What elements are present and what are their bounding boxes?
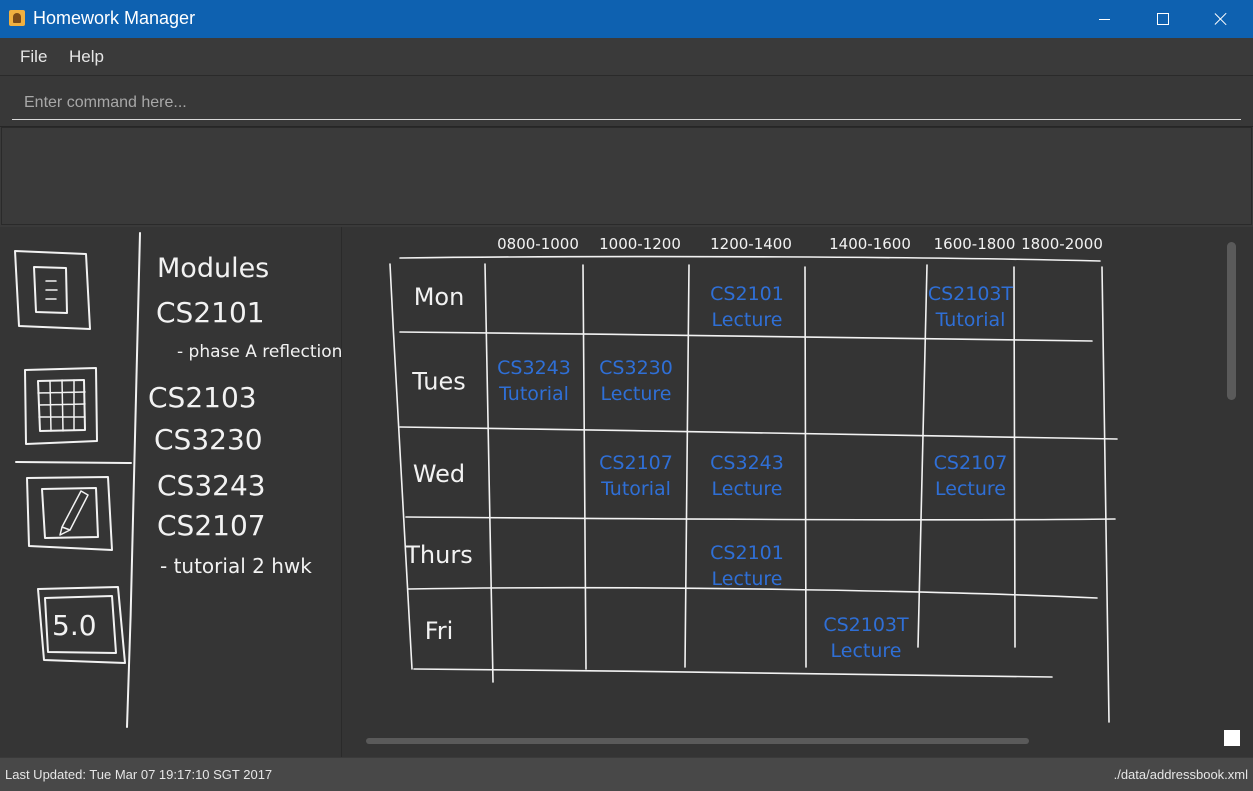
module-note: - tutorial 2 hwk (160, 554, 312, 578)
entry-type: Tutorial (600, 478, 671, 500)
entry-type: Tutorial (935, 309, 1006, 331)
entry-type: Tutorial (498, 383, 569, 405)
corner-box (1224, 730, 1240, 746)
modules-heading: Modules (157, 253, 269, 284)
score-label: 5.0 (52, 609, 97, 642)
entry-module: CS2103T (823, 614, 909, 636)
time-slot-label: 1000-1200 (599, 235, 681, 253)
last-updated-text: Last Updated: Tue Mar 07 19:17:10 SGT 20… (5, 767, 273, 782)
entry-module: CS3243 (710, 452, 784, 474)
timetable-entry[interactable]: CS3230 Lecture (599, 357, 673, 405)
command-box (0, 76, 1253, 127)
close-icon (1214, 12, 1228, 26)
timetable-entry[interactable]: CS2107 Lecture (934, 452, 1008, 500)
menu-help[interactable]: Help (69, 47, 104, 67)
day-label: Fri (425, 617, 454, 645)
entry-type: Lecture (712, 568, 783, 590)
module-note: - phase A reflection (177, 342, 341, 362)
entry-module: CS3243 (497, 357, 571, 379)
time-slot-label: 1400-1600 (829, 235, 911, 253)
vertical-scrollbar[interactable] (1227, 242, 1236, 400)
edit-icon[interactable] (26, 476, 113, 551)
notes-icon[interactable] (14, 250, 91, 330)
timetable-entry[interactable]: CS2103T Tutorial (928, 283, 1014, 331)
timetable-entry[interactable]: CS3243 Tutorial (497, 357, 571, 405)
time-slot-label: 1800-2000 (1021, 235, 1103, 253)
entry-type: Lecture (712, 309, 783, 331)
day-label: Mon (414, 283, 465, 311)
timetable-pane: 0800-1000 1000-1200 1200-1400 1400-1600 1600… (342, 227, 1253, 757)
sidebar-sketch: 5.0 Modules CS2101 - phase A reflection … (14, 232, 341, 728)
entry-type: Lecture (831, 640, 902, 662)
entry-module: CS2107 (599, 452, 673, 474)
module-code: CS2101 (156, 296, 265, 329)
minimize-icon (1098, 18, 1110, 20)
close-button[interactable] (1192, 0, 1250, 38)
maximize-icon (1157, 13, 1169, 25)
sidebar-divider (126, 232, 141, 728)
left-pane: 5.0 Modules CS2101 - phase A reflection … (0, 227, 342, 757)
time-slot-label: 1200-1400 (710, 235, 792, 253)
timetable-sketch: 0800-1000 1000-1200 1200-1400 1400-1600 1600… (389, 235, 1118, 723)
time-header-row: 0800-1000 1000-1200 1200-1400 1400-1600 1600… (497, 235, 1103, 253)
module-code: CS3243 (157, 469, 266, 502)
day-column: Mon Tues Wed Thurs Fri (404, 283, 472, 645)
menu-file[interactable]: File (20, 47, 47, 67)
timetable-entry[interactable]: CS3243 Lecture (710, 452, 784, 500)
title-bar: Homework Manager (0, 0, 1253, 38)
timetable-entry[interactable]: CS2107 Tutorial (599, 452, 673, 500)
timetable-entry[interactable]: CS2103T Lecture (823, 614, 909, 662)
day-label: Wed (413, 460, 465, 488)
entry-module: CS3230 (599, 357, 673, 379)
time-slot-label: 1600-1800 (934, 235, 1016, 253)
entry-type: Lecture (712, 478, 783, 500)
grid-icon[interactable] (24, 367, 98, 445)
module-code: CS2103 (148, 381, 257, 414)
entry-module: CS2107 (934, 452, 1008, 474)
minimize-button[interactable] (1075, 0, 1133, 38)
day-label: Thurs (404, 541, 472, 569)
module-code: CS3230 (154, 423, 263, 456)
entry-module: CS2103T (928, 283, 1014, 305)
menu-bar: File Help (0, 38, 1253, 76)
status-bar: Last Updated: Tue Mar 07 19:17:10 SGT 20… (0, 758, 1253, 791)
horizontal-scrollbar[interactable] (366, 738, 1029, 744)
command-input[interactable] (12, 86, 1241, 120)
window-title: Homework Manager (33, 8, 196, 28)
day-label: Tues (411, 368, 466, 396)
maximize-button[interactable] (1134, 0, 1192, 38)
entry-type: Lecture (935, 478, 1006, 500)
entry-module: CS2101 (710, 542, 784, 564)
entry-type: Lecture (601, 383, 672, 405)
timetable-entry[interactable]: CS2101 Lecture (710, 283, 784, 331)
result-display (1, 127, 1252, 225)
time-slot-label: 0800-1000 (497, 235, 579, 253)
timetable-entry[interactable]: CS2101 Lecture (710, 542, 784, 590)
icon-separator (15, 461, 132, 464)
app-icon (9, 10, 25, 26)
file-path-text: ./data/addressbook.xml (1113, 767, 1248, 782)
entry-module: CS2101 (710, 283, 784, 305)
module-code: CS2107 (157, 509, 266, 542)
timetable-entries: CS2101 Lecture CS2103T Tutorial CS3243 Tutori… (497, 283, 1013, 662)
